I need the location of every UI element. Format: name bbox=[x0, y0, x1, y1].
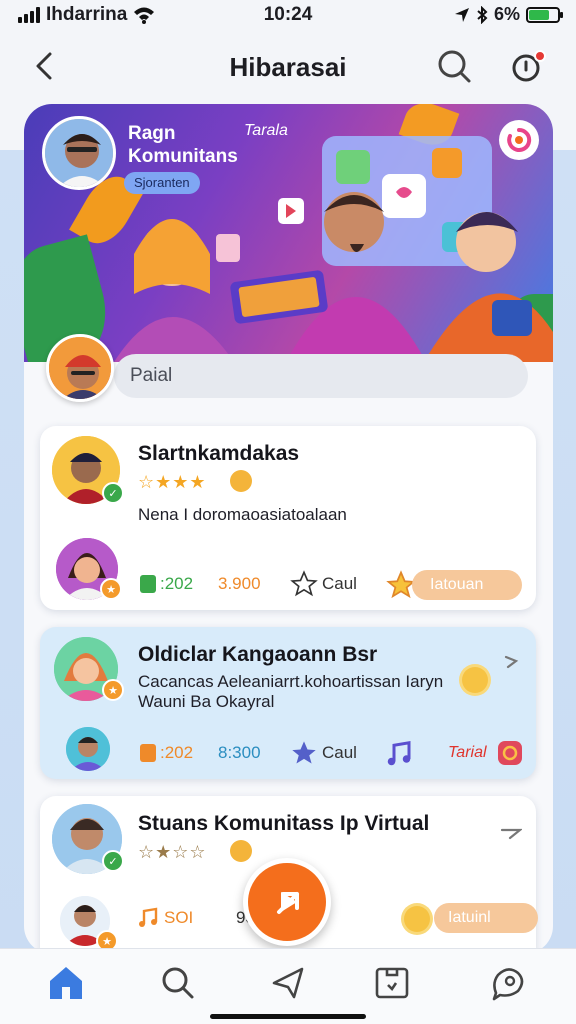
tab-messages[interactable] bbox=[372, 963, 412, 1003]
community-card[interactable]: ✓ Slartnkamdakas ☆★★★ Nena I doromaoasia… bbox=[40, 426, 536, 610]
location-icon bbox=[454, 7, 469, 22]
tab-home[interactable] bbox=[46, 963, 86, 1003]
swirl-logo-icon bbox=[507, 127, 532, 152]
post-count: 8:300 bbox=[218, 743, 261, 762]
card-title: Stuans Komunitass Ip Virtual bbox=[138, 812, 430, 835]
card-subtitle-line1: Cacancas Aeleaniarrt.kohoartissan Iaryn bbox=[138, 672, 444, 691]
chevron-right-icon[interactable] bbox=[502, 653, 520, 671]
search-button[interactable] bbox=[434, 46, 474, 86]
tab-explore[interactable] bbox=[268, 963, 308, 1003]
play-fab-button[interactable] bbox=[243, 858, 331, 946]
community-panel: Ragn Komunitans Sjoranten Tarala Paial ✓… bbox=[24, 104, 553, 954]
tab-bar bbox=[0, 948, 576, 1024]
rating-stars: ☆★☆☆ bbox=[138, 842, 207, 862]
star-badge-icon: ★ bbox=[102, 679, 124, 701]
battery-icon bbox=[526, 6, 563, 23]
star-icon bbox=[292, 741, 316, 764]
join-button[interactable]: Iatouan bbox=[412, 570, 522, 600]
card-title: Slartnkamdakas bbox=[138, 442, 300, 465]
bluetooth-icon bbox=[477, 5, 488, 24]
home-icon bbox=[50, 967, 82, 999]
banner-label: Tarala bbox=[244, 122, 288, 139]
page-title: Hibarasai bbox=[229, 52, 347, 82]
home-indicator bbox=[210, 1014, 366, 1019]
join-button[interactable]: Iatuinl bbox=[434, 903, 538, 933]
member-count: SOI bbox=[136, 906, 193, 930]
music-note-icon[interactable] bbox=[384, 739, 414, 769]
community-tag[interactable]: Sjoranten bbox=[124, 172, 200, 194]
community-logo[interactable] bbox=[499, 120, 539, 160]
inbox-icon bbox=[375, 967, 409, 999]
chat-bubble-icon bbox=[492, 968, 524, 1001]
tab-search[interactable] bbox=[158, 963, 198, 1003]
community-banner: Ragn Komunitans Sjoranten Tarala bbox=[24, 104, 553, 362]
sun-icon bbox=[404, 906, 430, 932]
call-button[interactable]: Caul bbox=[290, 570, 357, 598]
name-input[interactable]: Paial bbox=[114, 354, 528, 398]
verified-badge-icon: ✓ bbox=[102, 482, 124, 504]
person-avatar-image bbox=[49, 337, 111, 399]
navigation-arrow-icon bbox=[272, 967, 304, 999]
star-outline-icon bbox=[290, 570, 318, 597]
person-avatar-image bbox=[66, 727, 110, 771]
chevron-right-icon[interactable] bbox=[500, 826, 522, 840]
instagram-icon[interactable] bbox=[496, 739, 524, 767]
member-avatar[interactable] bbox=[66, 727, 110, 771]
lock-icon bbox=[140, 575, 156, 593]
battery-percent: 6% bbox=[493, 4, 520, 24]
search-icon bbox=[438, 50, 471, 83]
rating-stars: ☆★★★ bbox=[138, 472, 207, 492]
member-count: :202 bbox=[140, 743, 193, 763]
notification-badge bbox=[534, 50, 546, 62]
status-bar: Ihdarrina 10:24 6% bbox=[0, 0, 576, 30]
play-icon bbox=[277, 892, 299, 914]
nav-bar: Hibarasai bbox=[0, 30, 576, 105]
tab-profile[interactable] bbox=[488, 963, 528, 1003]
star-badge-icon: ★ bbox=[100, 578, 122, 600]
trophy-icon bbox=[230, 840, 252, 862]
music-note-icon bbox=[139, 907, 158, 927]
notifications-button[interactable] bbox=[508, 46, 548, 86]
sun-icon bbox=[462, 667, 488, 693]
share-label[interactable]: Tarial bbox=[448, 744, 487, 762]
search-icon bbox=[162, 967, 194, 999]
verified-badge-icon: ✓ bbox=[102, 850, 124, 872]
call-button[interactable]: Caul bbox=[290, 739, 357, 767]
profile-avatar[interactable] bbox=[46, 334, 114, 402]
card-subtitle-line2: Wauni Ba Okayral bbox=[138, 692, 275, 711]
card-title: Oldiclar Kangaoann Bsr bbox=[138, 643, 378, 666]
card-subtitle: Nena I doromaoasiatoalaan bbox=[138, 505, 347, 524]
member-count: :202 bbox=[140, 574, 193, 594]
banner-avatar[interactable] bbox=[42, 116, 116, 190]
post-count: 3.900 bbox=[218, 574, 261, 593]
lock-icon bbox=[140, 744, 156, 762]
trophy-icon bbox=[230, 470, 252, 492]
community-card[interactable]: ★ Oldiclar Kangaoann Bsr Cacancas Aelean… bbox=[40, 627, 536, 779]
